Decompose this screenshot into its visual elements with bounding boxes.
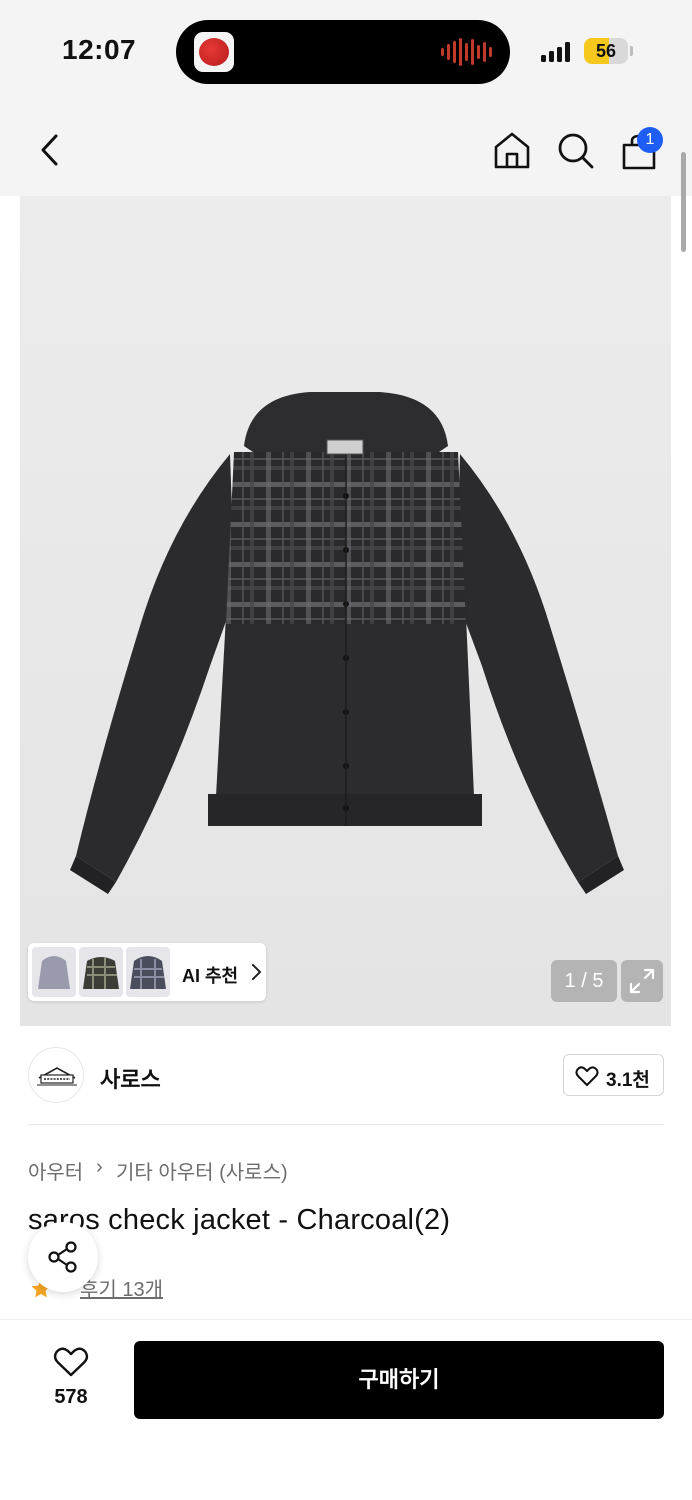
product-title: saros check jacket - Charcoal(2) bbox=[28, 1204, 451, 1236]
ai-recommend-label: AI 추천 bbox=[182, 966, 239, 986]
page-scrollbar[interactable] bbox=[681, 152, 686, 252]
search-icon[interactable] bbox=[556, 131, 596, 171]
breadcrumb-separator: › bbox=[96, 1156, 103, 1178]
now-playing-app-icon bbox=[194, 32, 234, 72]
brand-like-button[interactable]: 3.1천 bbox=[563, 1054, 664, 1096]
heart-icon bbox=[575, 1066, 599, 1086]
ai-thumb-1[interactable] bbox=[32, 947, 76, 997]
breadcrumb-subcategory[interactable]: 기타 아우터 (사로스) bbox=[116, 1156, 288, 1185]
divider bbox=[28, 1124, 664, 1125]
share-icon bbox=[48, 1241, 77, 1273]
heart-icon bbox=[53, 1347, 89, 1377]
brand-logo-mark bbox=[37, 1067, 77, 1086]
status-bar: 12:07 56 bbox=[0, 0, 692, 100]
brand-like-count: 3.1천 bbox=[606, 1070, 650, 1091]
wishlist-button[interactable]: 578 bbox=[40, 1342, 102, 1418]
ai-thumb-2[interactable] bbox=[79, 947, 123, 997]
chevron-left-icon[interactable] bbox=[36, 132, 64, 168]
ai-thumb-3[interactable] bbox=[126, 947, 170, 997]
buy-button[interactable]: 구매하기 bbox=[134, 1341, 664, 1419]
cart-count-badge: 1 bbox=[637, 127, 663, 153]
ai-recommend-chip[interactable]: AI 추천 bbox=[28, 943, 266, 1001]
product-page: 12:07 56 1 AI 추천 1 / 5 사로스 3.1천 아우터 › 기타… bbox=[0, 0, 692, 1500]
home-icon[interactable] bbox=[492, 130, 532, 170]
chevron-right-icon bbox=[252, 964, 261, 980]
status-time: 12:07 bbox=[62, 34, 137, 65]
breadcrumb-category[interactable]: 아우터 bbox=[28, 1156, 83, 1185]
wishlist-count: 578 bbox=[54, 1386, 88, 1408]
product-image-jacket bbox=[70, 392, 624, 894]
expand-icon bbox=[629, 968, 655, 994]
image-counter: 1 / 5 bbox=[551, 960, 617, 1002]
battery-tip bbox=[630, 46, 633, 56]
expand-button[interactable] bbox=[621, 960, 663, 1002]
battery-percent: 56 bbox=[595, 41, 617, 61]
audio-wave-icon bbox=[441, 38, 492, 66]
cellular-signal-icon bbox=[541, 40, 570, 62]
brand-logo[interactable] bbox=[28, 1047, 84, 1103]
share-button[interactable] bbox=[28, 1222, 98, 1292]
review-count-link[interactable]: 후기 13개 bbox=[80, 1273, 163, 1302]
dynamic-island[interactable] bbox=[176, 20, 510, 84]
brand-name[interactable]: 사로스 bbox=[100, 1062, 161, 1094]
product-image-gallery[interactable] bbox=[20, 196, 671, 1026]
battery-indicator: 56 bbox=[584, 38, 628, 64]
